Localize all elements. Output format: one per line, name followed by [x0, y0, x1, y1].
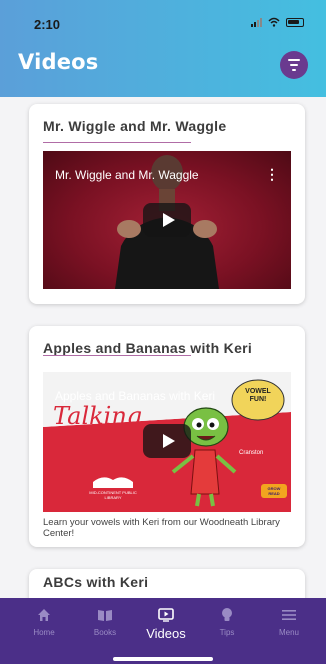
- video-card: Mr. Wiggle and Mr. Waggle Mr. Wiggle and…: [29, 104, 305, 304]
- title-divider: [43, 355, 191, 356]
- video-card: ABCs with Keri: [29, 569, 305, 598]
- filter-button[interactable]: [280, 51, 308, 79]
- menu-icon: [282, 606, 296, 624]
- nav-item-menu[interactable]: Menu: [264, 606, 314, 637]
- nav-item-videos[interactable]: Videos: [141, 606, 191, 641]
- book-icon: [97, 606, 113, 624]
- screen: 2:10 Videos Mr. Wiggle and Mr. Waggle Mr…: [0, 0, 326, 664]
- video-overlay-title: Mr. Wiggle and Mr. Waggle: [55, 168, 199, 182]
- nav-item-tips[interactable]: Tips: [202, 606, 252, 637]
- brand-logo-text: GROW READ: [267, 486, 281, 496]
- video-card-title: Apples and Bananas with Keri: [43, 340, 253, 356]
- status-icons: [251, 17, 304, 27]
- home-icon: [37, 606, 51, 624]
- nav-label: Tips: [219, 628, 235, 637]
- thumbnail-bubble-text: VOWEL FUN!: [245, 388, 271, 403]
- video-card-title: ABCs with Keri: [43, 574, 149, 590]
- video-card-title: Mr. Wiggle and Mr. Waggle: [43, 118, 227, 134]
- home-indicator: [113, 657, 213, 661]
- filter-icon: [288, 59, 300, 61]
- status-time: 2:10: [34, 17, 61, 32]
- video-icon: [158, 606, 174, 624]
- nav-label: Menu: [278, 628, 299, 637]
- nav-label: Home: [33, 628, 55, 637]
- video-card: Apples and Bananas with Keri Apples and …: [29, 326, 305, 547]
- nav-label: Books: [93, 628, 117, 637]
- video-player[interactable]: Apples and Bananas with Keri Talking VOW…: [43, 372, 291, 512]
- thumbnail-character-name: Cranston: [239, 450, 264, 456]
- cellular-signal-icon: [251, 17, 262, 27]
- play-button[interactable]: [143, 203, 191, 237]
- play-icon: [162, 434, 175, 448]
- thumbnail-talking-text: Talking: [53, 402, 143, 430]
- battery-icon: [286, 17, 304, 27]
- video-description: Learn your vowels with Keri from our Woo…: [43, 517, 280, 539]
- library-logo-text: MID-CONTINENT PUBLIC LIBRARY: [89, 490, 137, 500]
- page-title: Videos: [18, 50, 99, 74]
- video-overlay-title: Apples and Bananas with Keri: [55, 389, 216, 403]
- status-bar: 2:10: [0, 0, 326, 40]
- nav-item-home[interactable]: Home: [19, 606, 69, 637]
- play-icon: [162, 213, 175, 227]
- nav-item-books[interactable]: Books: [80, 606, 130, 637]
- nav-label: Videos: [146, 626, 186, 641]
- title-divider: [43, 142, 191, 143]
- video-list[interactable]: Mr. Wiggle and Mr. Waggle Mr. Wiggle and…: [0, 97, 326, 598]
- lightbulb-icon: [221, 606, 233, 624]
- bottom-nav: Home Books Videos Tips Menu: [0, 598, 326, 664]
- video-player[interactable]: Mr. Wiggle and Mr. Waggle ⋮: [43, 151, 291, 289]
- app-header: 2:10 Videos: [0, 0, 326, 97]
- more-options-icon[interactable]: ⋮: [265, 167, 279, 181]
- wifi-icon: [268, 17, 280, 27]
- play-button[interactable]: [143, 424, 191, 458]
